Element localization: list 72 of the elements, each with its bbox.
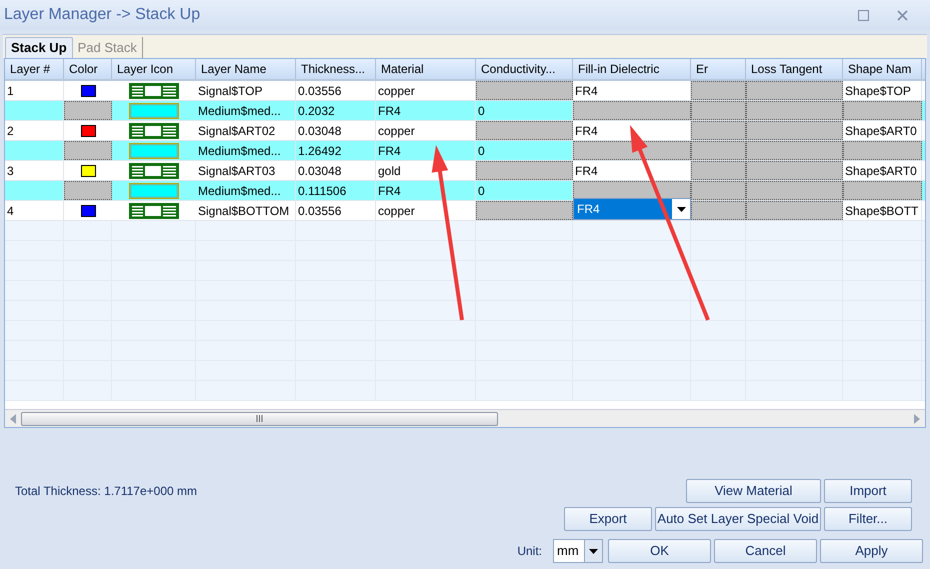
unit-label: Unit: bbox=[517, 543, 542, 560]
dropdown-arrow-icon[interactable] bbox=[589, 548, 598, 554]
tab[interactable]: Stack Up bbox=[5, 37, 73, 58]
table-cell: 0.2032 bbox=[296, 101, 376, 120]
dialog-button[interactable]: Cancel bbox=[714, 539, 817, 563]
disabled-cell bbox=[64, 101, 112, 120]
disabled-cell bbox=[691, 161, 746, 180]
table-cell: 0.111506 bbox=[296, 181, 376, 200]
column-header[interactable]: Layer # bbox=[5, 59, 64, 79]
table-cell: 0.03048 bbox=[296, 161, 376, 180]
table-cell: 1 bbox=[5, 81, 64, 100]
dialog-button[interactable]: OK bbox=[608, 539, 711, 563]
table-cell: Medium$med... bbox=[196, 101, 296, 120]
column-header[interactable]: Layer Icon bbox=[112, 59, 196, 79]
layer-dielectric-icon bbox=[129, 182, 179, 198]
disabled-cell bbox=[691, 121, 746, 140]
total-thickness-label: Total Thickness: 1.7117e+000 mm bbox=[14, 483, 197, 500]
action-button[interactable]: Filter... bbox=[824, 507, 912, 531]
table-cell: Signal$ART02 bbox=[196, 121, 296, 140]
column-header[interactable]: Shape Nam bbox=[843, 59, 922, 79]
color-swatch[interactable] bbox=[80, 124, 96, 136]
action-button[interactable]: Export bbox=[564, 507, 652, 531]
unit-dropdown[interactable]: mm bbox=[553, 539, 603, 563]
column-header[interactable]: Color bbox=[64, 59, 112, 79]
table-cell: Signal$TOP bbox=[196, 81, 296, 100]
column-header[interactable]: Er bbox=[691, 59, 746, 79]
color-swatch[interactable] bbox=[80, 164, 96, 176]
table-cell: 0.03048 bbox=[296, 121, 376, 140]
maximize-icon[interactable] bbox=[858, 10, 869, 20]
disabled-cell bbox=[691, 181, 746, 200]
table-cell: Medium$med... bbox=[196, 181, 296, 200]
column-header[interactable]: Conductivity... bbox=[476, 59, 573, 79]
table-cell: 2 bbox=[5, 121, 64, 140]
window-title: Layer Manager -> Stack Up bbox=[4, 5, 200, 25]
layer-dielectric-icon bbox=[129, 142, 179, 158]
column-header[interactable]: Layer Name bbox=[196, 59, 296, 79]
color-swatch[interactable] bbox=[80, 84, 96, 96]
disabled-cell bbox=[691, 201, 746, 220]
column-header[interactable]: Fill-in Dielectric bbox=[573, 59, 691, 79]
color-swatch[interactable] bbox=[80, 204, 96, 216]
dropdown-value: FR4 bbox=[574, 199, 672, 219]
disabled-cell bbox=[691, 141, 746, 160]
disabled-cell bbox=[64, 181, 112, 200]
column-header[interactable]: Loss Tangent bbox=[746, 59, 843, 79]
action-button[interactable]: Import bbox=[824, 479, 912, 503]
table-cell: Signal$BOTTOM bbox=[196, 201, 296, 220]
disabled-cell bbox=[64, 141, 112, 160]
table-cell: Medium$med... bbox=[196, 141, 296, 160]
table-cell: Shape$BOTT bbox=[843, 201, 922, 220]
table-cell: 0.03556 bbox=[296, 81, 376, 100]
disabled-cell bbox=[691, 101, 746, 120]
column-header[interactable]: Material bbox=[376, 59, 476, 79]
dielectric-dropdown[interactable]: FR4 bbox=[573, 198, 691, 220]
table-cell: Shape$TOP bbox=[843, 81, 922, 100]
table-cell: 1.26492 bbox=[296, 141, 376, 160]
column-header[interactable]: Thickness... bbox=[296, 59, 376, 79]
disabled-cell bbox=[691, 81, 746, 100]
action-button[interactable]: View Material bbox=[686, 479, 821, 503]
layer-dielectric-icon bbox=[129, 102, 179, 118]
table-cell: Signal$ART03 bbox=[196, 161, 296, 180]
action-button[interactable]: Auto Set Layer Special Void bbox=[655, 507, 821, 531]
close-icon[interactable] bbox=[897, 10, 908, 20]
scrollbar-thumb[interactable] bbox=[21, 412, 498, 426]
table-cell: FR4 bbox=[376, 101, 476, 120]
horizontal-scrollbar[interactable] bbox=[5, 409, 925, 427]
table-cell: FR4 bbox=[376, 181, 476, 200]
table-cell: 3 bbox=[5, 161, 64, 180]
table-cell: 0.03556 bbox=[296, 201, 376, 220]
dialog-button[interactable]: Apply bbox=[820, 539, 923, 563]
table-cell: 4 bbox=[5, 201, 64, 220]
table-cell: Shape$ART0 bbox=[843, 121, 922, 140]
table-cell: Shape$ART0 bbox=[843, 161, 922, 180]
